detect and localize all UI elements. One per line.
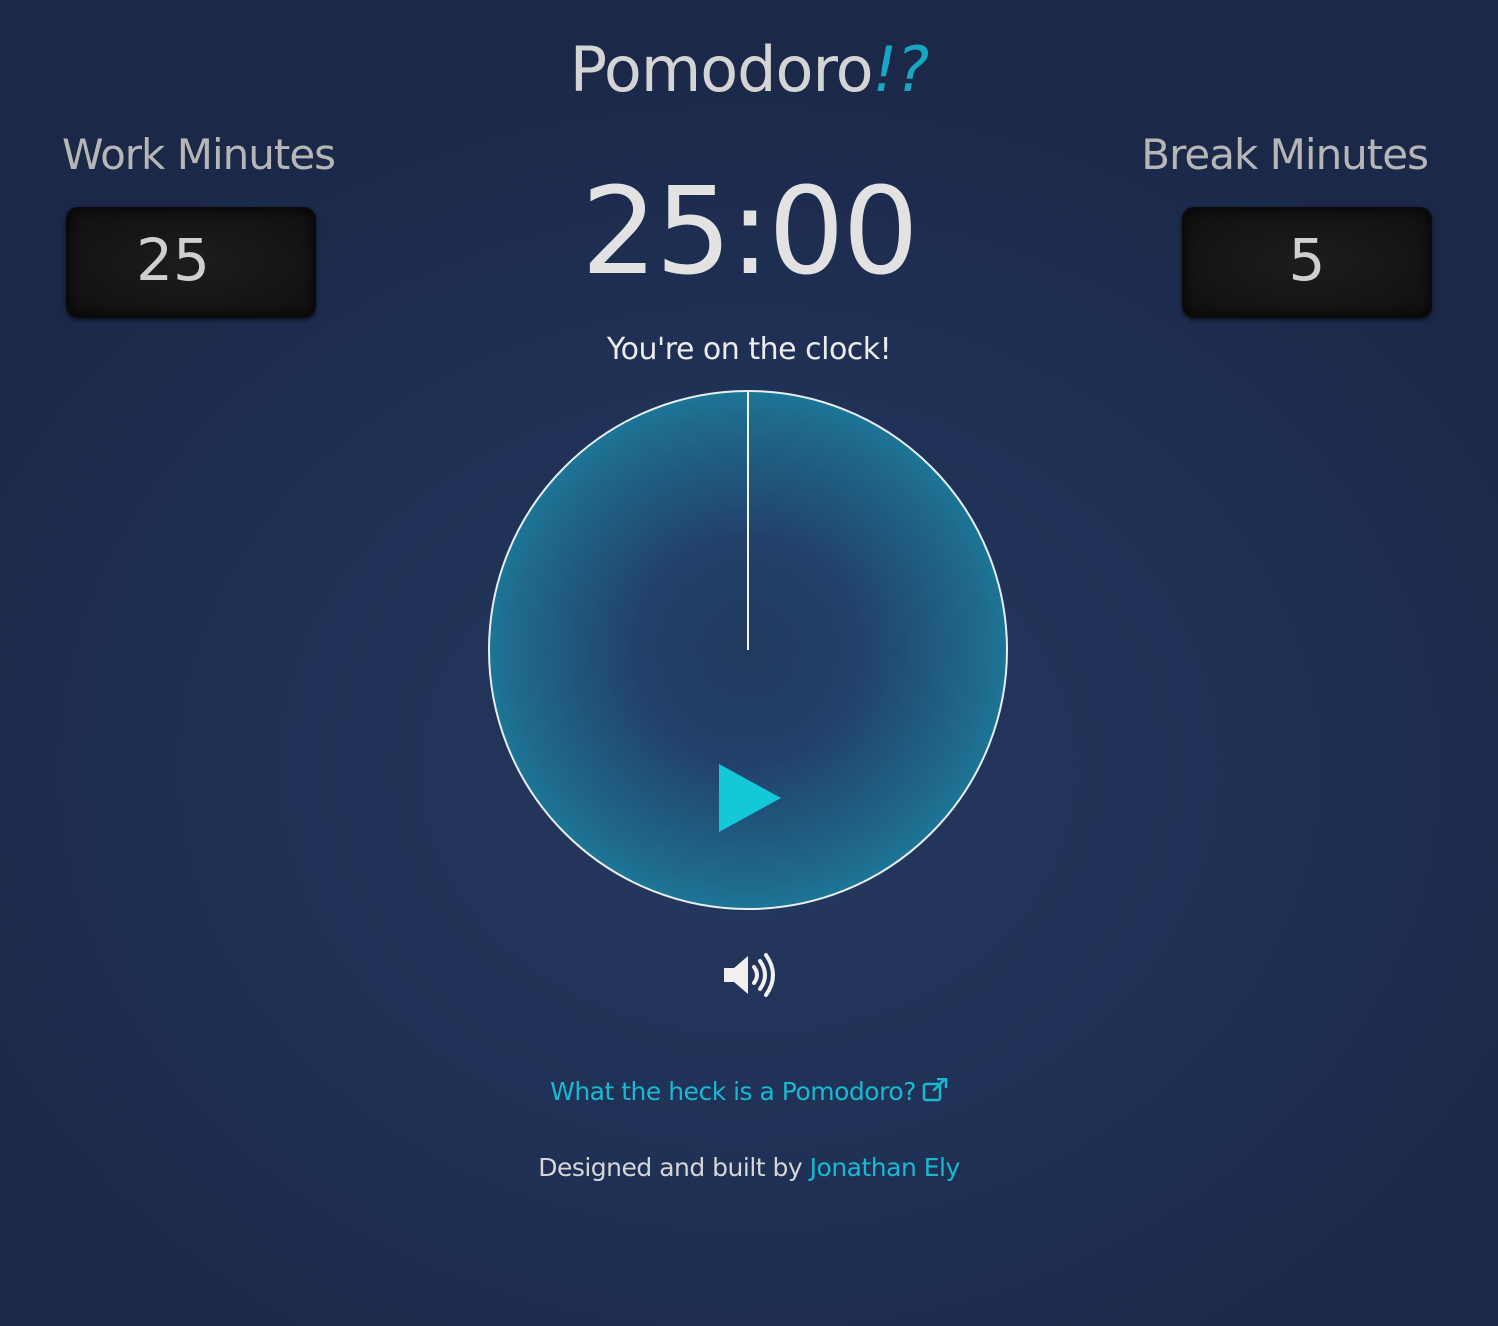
title-accent: !? xyxy=(872,33,930,106)
pomodoro-info: What the heck is a Pomodoro? xyxy=(0,1077,1498,1106)
external-link-icon xyxy=(922,1077,948,1102)
credits: Designed and built by Jonathan Ely xyxy=(0,1153,1498,1182)
pomodoro-info-text: What the heck is a Pomodoro? xyxy=(550,1077,916,1106)
volume-up-icon[interactable] xyxy=(722,952,776,998)
title-main: Pomodoro xyxy=(569,33,874,106)
timer-dial[interactable] xyxy=(488,390,1008,910)
play-icon[interactable] xyxy=(719,764,781,832)
credit-prefix: Designed and built by xyxy=(538,1153,803,1182)
dial-hand xyxy=(747,392,749,650)
author-link[interactable]: Jonathan Ely xyxy=(810,1153,961,1182)
timer-display: 25:00 xyxy=(581,163,919,302)
pomodoro-info-link[interactable]: What the heck is a Pomodoro? xyxy=(550,1077,948,1106)
page-title: Pomodoro!? xyxy=(0,30,1498,110)
timer-status: You're on the clock! xyxy=(606,332,892,367)
